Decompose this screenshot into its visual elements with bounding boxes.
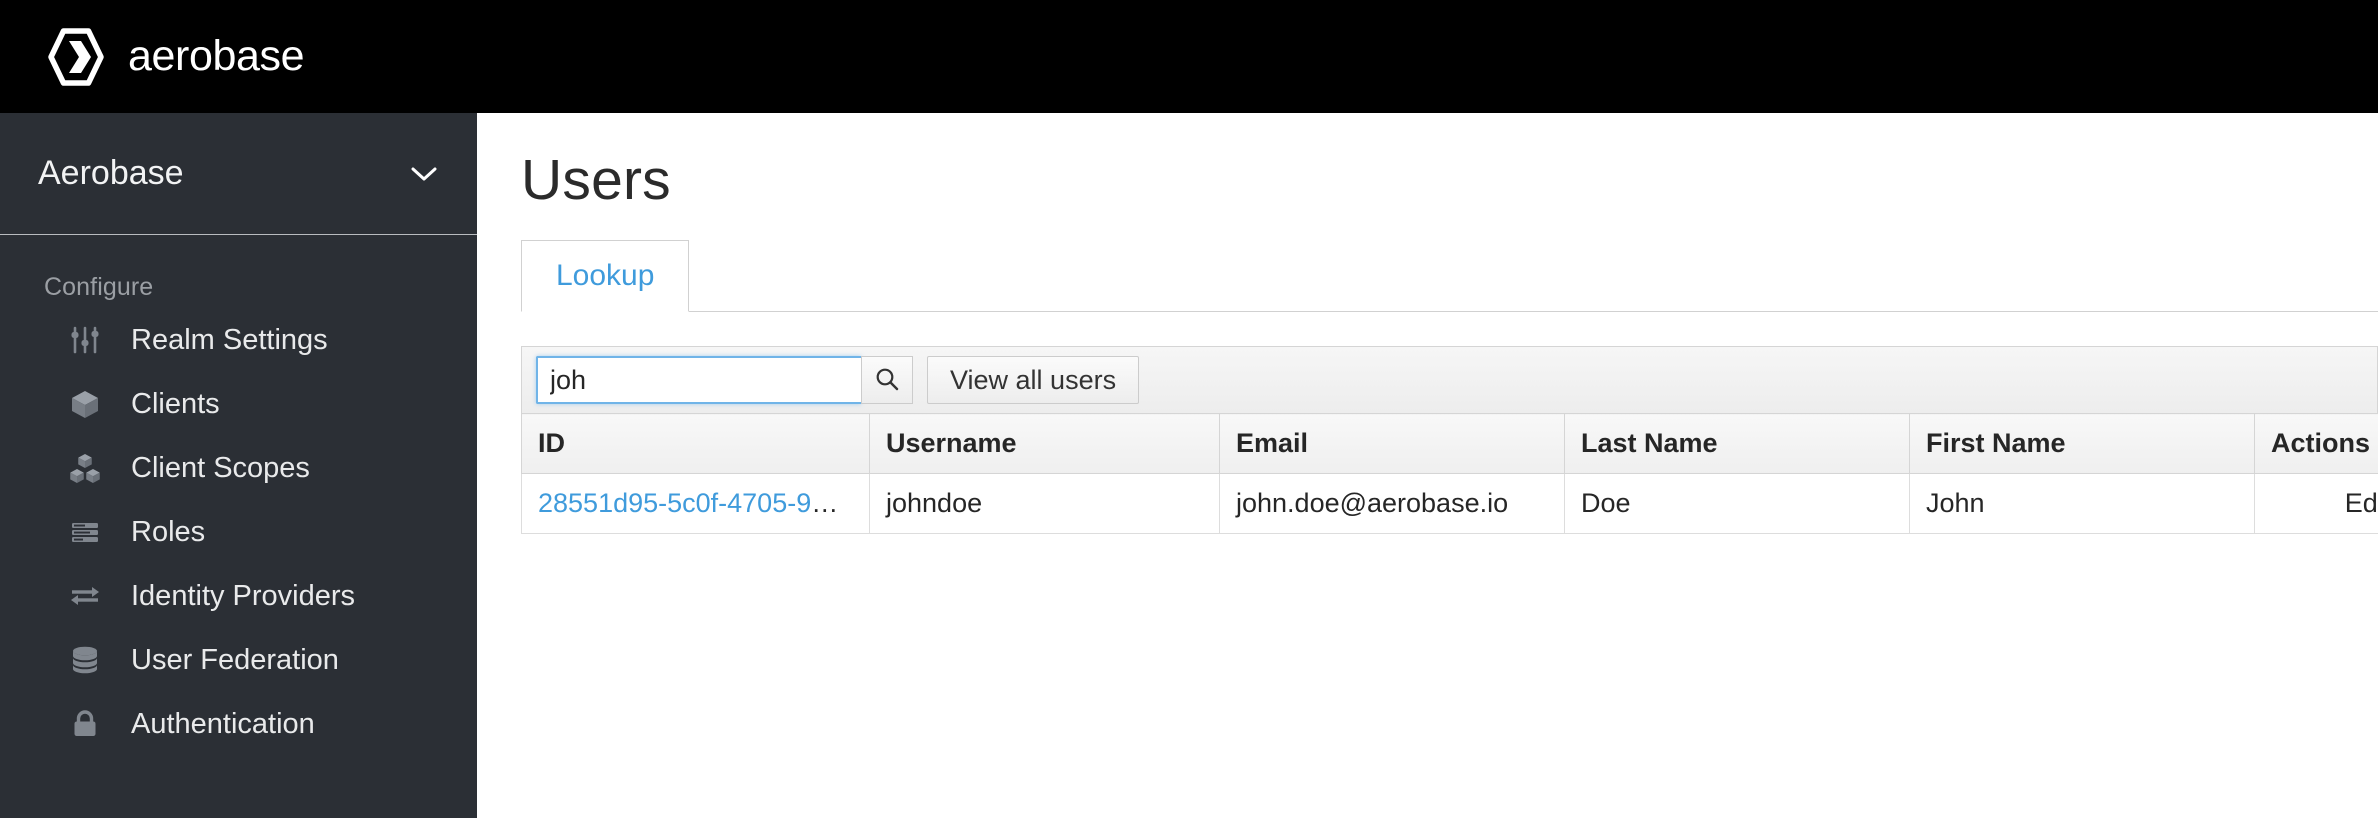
sidebar-item-authentication[interactable]: Authentication xyxy=(0,692,477,756)
column-header-email[interactable]: Email xyxy=(1219,413,1565,474)
column-header-username[interactable]: Username xyxy=(869,413,1220,474)
cell-id: 28551d95-5c0f-4705-913... xyxy=(521,473,870,534)
sidebar-item-label: Identity Providers xyxy=(131,579,356,612)
list-rows-icon xyxy=(68,515,102,549)
realm-name: Aerobase xyxy=(38,154,184,192)
sidebar-item-label: User Federation xyxy=(131,643,339,676)
view-all-users-button[interactable]: View all users xyxy=(927,356,1140,404)
top-header-bar: aerobase xyxy=(0,0,2378,113)
sidebar-item-label: Client Scopes xyxy=(131,451,310,484)
tab-bar: Lookup xyxy=(477,240,2378,312)
column-header-actions: Actions xyxy=(2254,413,2378,474)
sidebar-item-label: Realm Settings xyxy=(131,323,328,356)
cubes-icon xyxy=(68,451,102,485)
sidebar-item-label: Authentication xyxy=(131,707,315,740)
chevron-down-icon xyxy=(411,166,437,182)
realm-selector[interactable]: Aerobase xyxy=(0,113,477,235)
column-header-first-name[interactable]: First Name xyxy=(1909,413,2255,474)
lock-icon xyxy=(68,707,102,741)
sidebar-item-roles[interactable]: Roles xyxy=(0,500,477,564)
column-header-id[interactable]: ID xyxy=(521,413,870,474)
app-root: aerobase Aerobase Configure Realm Settin… xyxy=(0,0,2378,818)
sidebar-item-client-scopes[interactable]: Client Scopes xyxy=(0,436,477,500)
cell-first-name: John xyxy=(1909,473,2255,534)
cube-icon xyxy=(68,387,102,421)
sliders-icon xyxy=(68,323,102,357)
edit-button[interactable]: Edit xyxy=(2345,488,2378,518)
main-content: Users Lookup View all users xyxy=(477,113,2378,818)
search-input[interactable] xyxy=(536,356,861,404)
search-button[interactable] xyxy=(861,356,913,404)
sidebar-item-label: Roles xyxy=(131,515,206,548)
cell-email: john.doe@aerobase.io xyxy=(1219,473,1565,534)
users-table-wrap: ID Username Email Last Name First Name A… xyxy=(521,413,2378,534)
sidebar-item-user-federation[interactable]: User Federation xyxy=(0,628,477,692)
sidebar: Aerobase Configure Realm Settings Client… xyxy=(0,113,477,818)
exchange-arrows-icon xyxy=(68,579,102,613)
sidebar-item-identity-providers[interactable]: Identity Providers xyxy=(0,564,477,628)
column-header-last-name[interactable]: Last Name xyxy=(1564,413,1910,474)
sidebar-section-configure: Configure xyxy=(44,273,154,301)
sidebar-item-label: Clients xyxy=(131,387,220,420)
table-header-row: ID Username Email Last Name First Name A… xyxy=(521,413,2378,474)
cell-last-name: Doe xyxy=(1564,473,1910,534)
sidebar-item-clients[interactable]: Clients xyxy=(0,372,477,436)
cell-username: johndoe xyxy=(869,473,1220,534)
sidebar-item-realm-settings[interactable]: Realm Settings xyxy=(0,308,477,372)
brand-logo[interactable]: aerobase xyxy=(0,27,305,87)
cell-actions: Edit xyxy=(2254,473,2378,534)
magnifier-icon xyxy=(874,366,900,395)
aerobase-hexagon-logo-icon xyxy=(46,27,106,87)
search-toolbar: View all users xyxy=(521,346,2378,413)
brand-name: aerobase xyxy=(128,32,305,80)
tab-label: Lookup xyxy=(556,259,655,292)
search-group xyxy=(536,356,913,404)
tab-lookup[interactable]: Lookup xyxy=(521,240,690,312)
user-id-link[interactable]: 28551d95-5c0f-4705-913... xyxy=(538,488,864,518)
table-row: 28551d95-5c0f-4705-913... johndoe john.d… xyxy=(521,473,2378,534)
page-title: Users xyxy=(521,148,671,212)
users-table: ID Username Email Last Name First Name A… xyxy=(521,413,2378,534)
database-icon xyxy=(68,643,102,677)
